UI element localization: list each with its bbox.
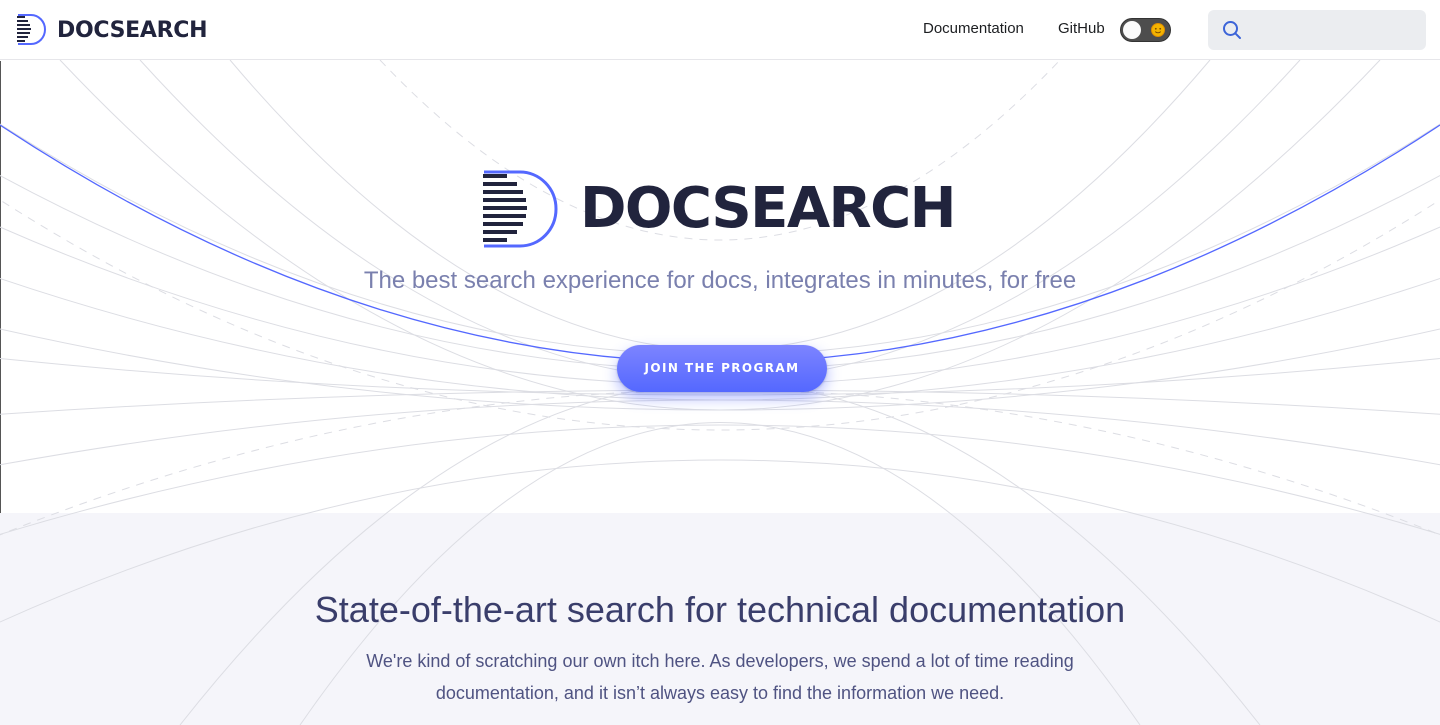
sun-icon (1151, 23, 1165, 37)
theme-toggle[interactable] (1120, 18, 1171, 42)
nav-link-github[interactable]: GitHub (1058, 20, 1105, 37)
page: DOCSEARCH Documentation GitHub DOCSEARCH… (0, 0, 1440, 725)
search-input[interactable] (1208, 10, 1426, 50)
nav-link-documentation[interactable]: Documentation (923, 20, 1024, 37)
feature-description: We're kind of scratching our own itch he… (366, 651, 1074, 703)
brand-name: DOCSEARCH (57, 17, 208, 43)
hero-tagline: The best search experience for docs, int… (363, 267, 1077, 294)
brand-link[interactable]: DOCSEARCH (16, 14, 208, 46)
docsearch-logo-icon (483, 170, 558, 248)
hero-brand-name: DOCSEARCH (580, 176, 956, 241)
search-icon (1223, 21, 1241, 39)
join-program-button[interactable]: JOIN THE PROGRAM (617, 345, 827, 392)
docsearch-logo-icon (17, 14, 46, 45)
navbar: DOCSEARCH Documentation GitHub (0, 0, 1440, 60)
toggle-knob (1123, 21, 1141, 39)
feature-title: State-of-the-art search for technical do… (314, 589, 1126, 630)
hero-logo: DOCSEARCH (482, 170, 956, 248)
